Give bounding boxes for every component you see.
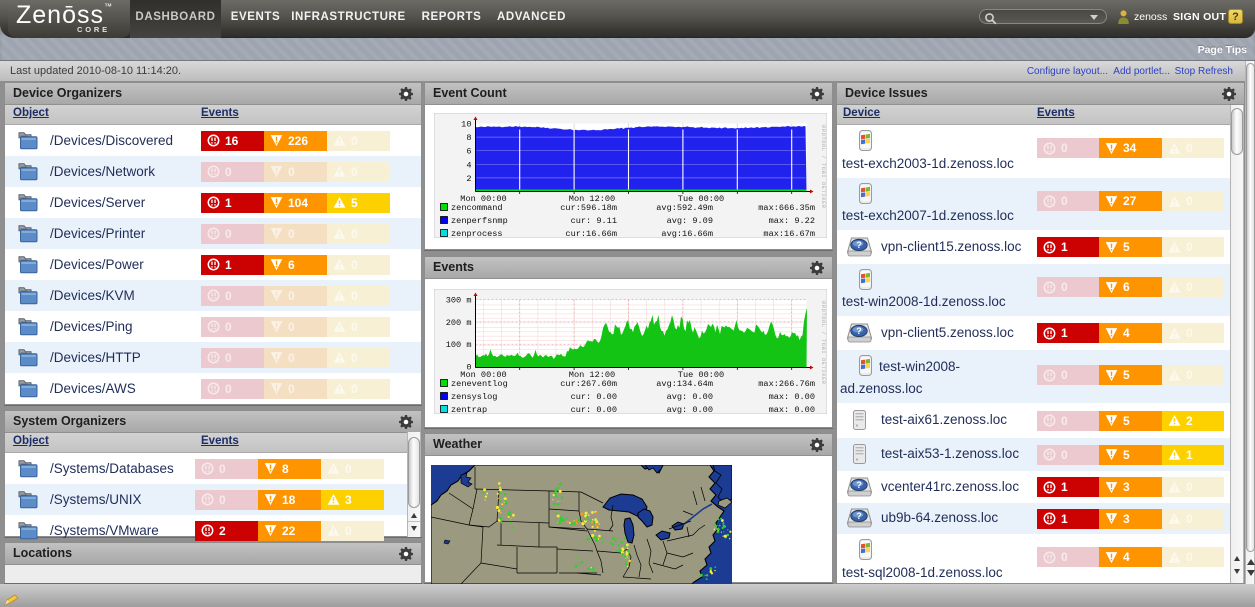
svg-text:avg:134.64m: avg:134.64m	[656, 379, 713, 389]
svg-text:8: 8	[466, 133, 471, 143]
svg-text:avg: 0.00: avg: 0.00	[667, 405, 713, 414]
svg-text:?: ?	[856, 480, 862, 490]
svg-text:200 m: 200 m	[446, 318, 472, 328]
svg-text:zentrap: zentrap	[451, 405, 487, 414]
svg-text:zeneventlog: zeneventlog	[451, 379, 508, 389]
svg-text:avg:16.66m: avg:16.66m	[661, 229, 713, 238]
svg-text:cur: 0.00: cur: 0.00	[571, 392, 617, 402]
svg-text:max: 0.00: max: 0.00	[769, 392, 815, 402]
svg-text:avg:592.49m: avg:592.49m	[656, 203, 713, 213]
svg-text:cur: 0.00: cur: 0.00	[571, 405, 617, 414]
svg-text:RRDTOOL / TOBI OETIKER: RRDTOOL / TOBI OETIKER	[820, 301, 827, 385]
svg-text:2: 2	[466, 174, 471, 184]
svg-text:zencommand: zencommand	[451, 203, 503, 213]
svg-text:?: ?	[856, 326, 862, 336]
svg-text:100 m: 100 m	[446, 340, 472, 350]
svg-text:RRDTOOL / TOBI OETIKER: RRDTOOL / TOBI OETIKER	[820, 125, 827, 209]
svg-text:avg: 0.00: avg: 0.00	[667, 392, 713, 402]
svg-text:max: 0.00: max: 0.00	[769, 405, 815, 414]
svg-text:cur: 9.11: cur: 9.11	[571, 216, 617, 226]
svg-text:zenperfsnmp: zenperfsnmp	[451, 216, 508, 226]
svg-text:6: 6	[466, 147, 471, 157]
svg-text:300 m: 300 m	[446, 296, 472, 306]
svg-text:max:666.35m: max:666.35m	[758, 203, 815, 213]
svg-text:cur:267.60m: cur:267.60m	[560, 379, 617, 389]
svg-text:zensyslog: zensyslog	[451, 392, 497, 402]
svg-text:max:266.76m: max:266.76m	[758, 379, 815, 389]
svg-text:cur:16.66m: cur:16.66m	[565, 229, 617, 238]
svg-text:?: ?	[856, 240, 862, 250]
svg-text:max:16.67m: max:16.67m	[763, 229, 815, 238]
svg-text:?: ?	[856, 511, 862, 521]
svg-text:zenprocess: zenprocess	[451, 229, 503, 238]
svg-text:10: 10	[461, 120, 471, 130]
svg-text:cur:596.18m: cur:596.18m	[560, 203, 617, 213]
svg-text:avg: 9.09: avg: 9.09	[667, 216, 713, 226]
svg-text:4: 4	[466, 160, 471, 170]
svg-text:max: 9.22: max: 9.22	[769, 216, 815, 226]
